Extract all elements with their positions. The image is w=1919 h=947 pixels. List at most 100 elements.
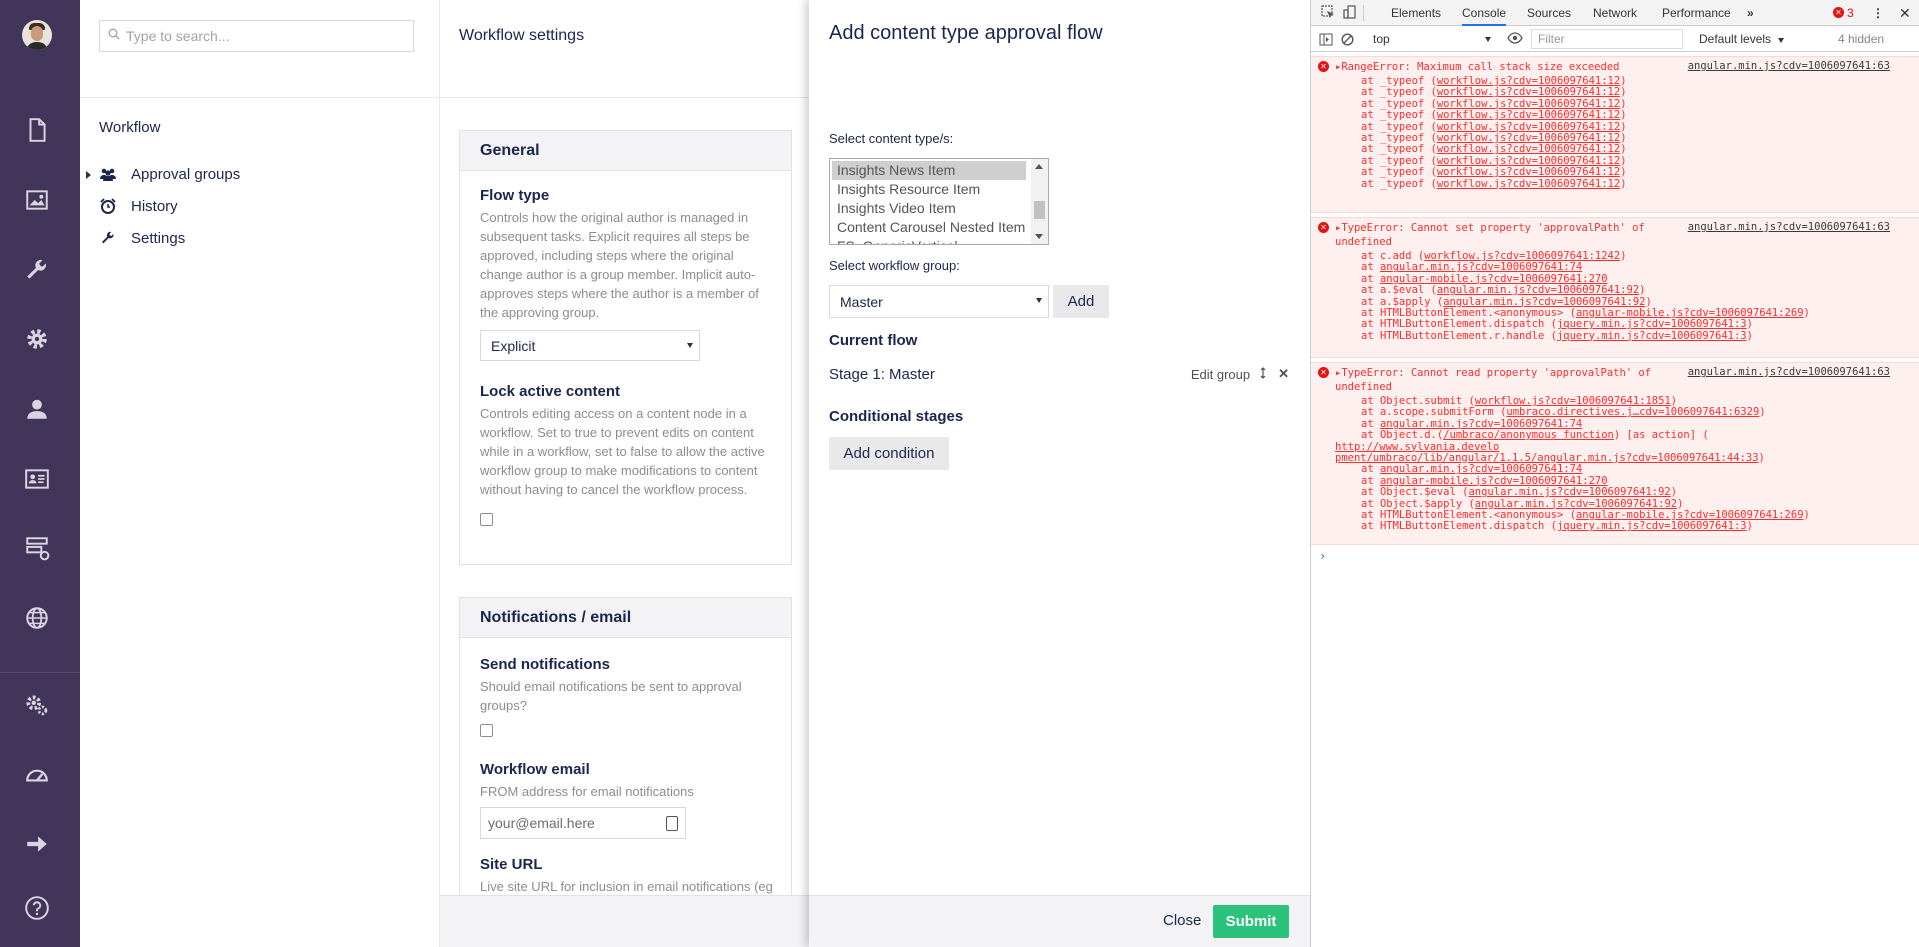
error-message[interactable]: ▸RangeError: Maximum call stack size exc…	[1335, 60, 1619, 74]
stack-frame-text: )	[1620, 250, 1627, 262]
send-notifications-checkbox[interactable]	[480, 724, 493, 737]
users-section-icon[interactable]	[20, 392, 54, 426]
list-item[interactable]: Insights Video Item	[830, 199, 1048, 218]
content-type-listbox[interactable]: Insights News Item Insights Resource Ite…	[829, 158, 1049, 245]
scroll-down-icon[interactable]	[1035, 234, 1043, 239]
help-icon[interactable]	[20, 891, 54, 925]
current-flow-heading: Current flow	[829, 332, 918, 349]
stack-frame-text: )	[1758, 452, 1765, 464]
search-box[interactable]: Type to search...	[99, 20, 414, 52]
stack-frame-text: )	[1746, 329, 1753, 342]
error-source-link[interactable]: angular.min.js?cdv=1006097641:63	[1688, 60, 1890, 72]
page-title: Workflow settings	[459, 27, 585, 44]
edit-group-link[interactable]: Edit group	[1191, 367, 1250, 382]
error-message-continued: undefined	[1335, 381, 1392, 393]
section-app-bar	[0, 0, 80, 947]
filter-input[interactable]: Filter	[1531, 29, 1683, 49]
context-value: top	[1373, 32, 1390, 46]
avatar[interactable]	[22, 20, 52, 50]
divider	[0, 672, 80, 673]
context-select[interactable]: top	[1367, 29, 1495, 49]
screen: Type to search... Workflow Approval grou…	[0, 0, 1919, 947]
submit-button[interactable]: Submit	[1213, 905, 1289, 938]
gear-icon[interactable]	[20, 322, 54, 356]
error-count[interactable]: 3	[1847, 0, 1854, 26]
field-label: Flow type	[480, 187, 550, 204]
error-source-link[interactable]: angular.min.js?cdv=1006097641:63	[1688, 366, 1890, 378]
error-icon: ✕	[1318, 222, 1329, 233]
list-item[interactable]: Insights News Item	[832, 161, 1026, 180]
tab-network[interactable]: Network	[1593, 0, 1637, 26]
stage-row: Stage 1: Master Edit group ✕	[829, 366, 1289, 386]
stack-frame: at HTMLButtonElement.r.handle (jquery.mi…	[1361, 329, 1753, 343]
kebab-menu-icon[interactable]: ⋮	[1872, 0, 1884, 26]
scroll-up-icon[interactable]	[1035, 164, 1043, 169]
error-message[interactable]: ▸TypeError: Cannot set property 'approva…	[1335, 221, 1645, 235]
site-url-field: Site URL Live site URL for inclusion in …	[480, 856, 775, 896]
scroll-thumb[interactable]	[1034, 201, 1045, 219]
clear-console-icon[interactable]	[1341, 33, 1354, 49]
settings-section-icon[interactable]	[20, 253, 54, 287]
error-message-continued: undefined	[1335, 236, 1392, 248]
list-item[interactable]: Content Carousel Nested Item	[830, 218, 1048, 237]
levels-select[interactable]: Default levels	[1699, 27, 1785, 52]
workflow-email-input[interactable]: your@email.here	[480, 807, 686, 839]
levels-value: Default levels	[1699, 32, 1772, 46]
more-tabs-button[interactable]: »	[1747, 0, 1754, 26]
console-error-message: ✕ ▸TypeError: Cannot read property 'appro…	[1311, 362, 1919, 545]
content-section-icon[interactable]	[20, 113, 54, 147]
stack-frame-text: )	[1746, 520, 1753, 533]
error-source-link[interactable]: angular.min.js?cdv=1006097641:63	[1688, 221, 1890, 233]
tab-sources[interactable]: Sources	[1527, 0, 1571, 26]
tab-console[interactable]: Console	[1462, 0, 1507, 26]
close-icon[interactable]: ✕	[1278, 366, 1289, 382]
workflow-group-select[interactable]: Master	[829, 285, 1049, 318]
members-section-icon[interactable]	[20, 462, 54, 496]
workflow-settings-pane: Workflow settings General Flow type Cont…	[440, 0, 809, 947]
stack-frame-link[interactable]: jquery.min.js?cdv=1006097641:3	[1557, 520, 1747, 532]
lock-active-content-checkbox[interactable]	[480, 513, 493, 526]
forms-section-icon[interactable]	[20, 531, 54, 565]
error-icon: ✕	[1318, 367, 1329, 378]
expand-caret-icon[interactable]	[86, 171, 91, 179]
drag-handle-icon[interactable]	[1260, 366, 1266, 382]
tree-title[interactable]: Workflow	[99, 119, 160, 136]
stack-frame-text: at HTMLButtonElement.r.handle (	[1361, 329, 1557, 342]
field-description: Controls how the original author is mana…	[480, 210, 759, 320]
list-item[interactable]: Insights Resource Item	[830, 180, 1048, 199]
error-message[interactable]: ▸TypeError: Cannot read property 'approv…	[1335, 366, 1651, 380]
flow-type-select[interactable]: Explicit	[480, 330, 700, 361]
media-section-icon[interactable]	[20, 183, 54, 217]
inspect-element-icon[interactable]	[1321, 5, 1335, 22]
cogs-icon[interactable]	[20, 688, 54, 722]
tree-item-settings[interactable]: Settings	[99, 225, 185, 251]
settings-footer	[440, 895, 809, 947]
dialog-title: Add content type approval flow	[829, 22, 1103, 44]
divider	[80, 97, 440, 98]
workflow-group-label: Select workflow group:	[829, 258, 960, 273]
console-prompt[interactable]: ›	[1319, 549, 1326, 563]
console-toolbar: top Filter Default levels 4 hidden	[1311, 27, 1919, 52]
tree-item-history[interactable]: History	[99, 193, 178, 219]
add-button[interactable]: Add	[1053, 285, 1109, 318]
stack-frame-link[interactable]: workflow.js?cdv=1006097641:12	[1437, 178, 1620, 190]
search-input[interactable]: Type to search...	[126, 28, 230, 44]
globe-icon[interactable]	[20, 601, 54, 635]
tab-elements[interactable]: Elements	[1391, 0, 1441, 26]
settings-body[interactable]: General Flow type Controls how the origi…	[440, 98, 809, 907]
search-icon	[108, 27, 120, 45]
eye-icon[interactable]	[1507, 32, 1523, 47]
add-condition-button[interactable]: Add condition	[829, 437, 949, 470]
close-icon[interactable]: ✕	[1899, 0, 1911, 26]
close-button[interactable]: Close	[1163, 912, 1201, 929]
sidebar-toggle-icon[interactable]	[1319, 33, 1333, 49]
arrow-right-icon[interactable]	[20, 827, 54, 861]
hidden-count: 4 hidden	[1838, 32, 1885, 46]
stack-frame-link[interactable]: jquery.min.js?cdv=1006097641:3	[1557, 330, 1747, 342]
device-toolbar-icon[interactable]	[1343, 5, 1357, 22]
dashboard-gauge-icon[interactable]	[20, 758, 54, 792]
list-item[interactable]: FS_GenericVertical	[830, 237, 1048, 244]
listbox-scrollbar[interactable]	[1031, 159, 1048, 244]
tree-item-approval-groups[interactable]: Approval groups	[99, 161, 240, 187]
tab-performance[interactable]: Performance	[1662, 0, 1731, 26]
